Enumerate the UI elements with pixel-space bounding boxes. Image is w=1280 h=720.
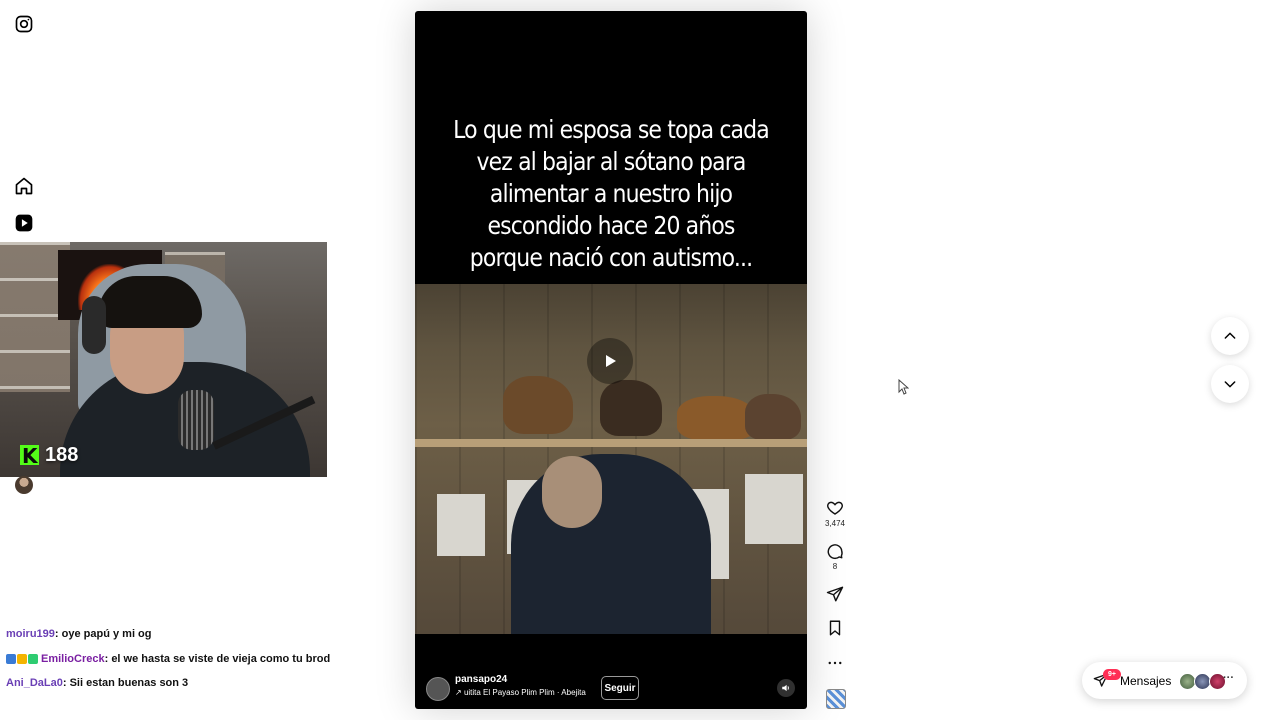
follow-button[interactable]: Seguir bbox=[601, 676, 639, 700]
more-contacts-icon: ··· bbox=[1223, 672, 1234, 684]
kick-logo-icon bbox=[20, 444, 39, 468]
chat-message: Ani_DaLa0: Sii estan buenas son 3 bbox=[6, 677, 188, 689]
mute-button[interactable] bbox=[777, 679, 795, 697]
instagram-icon[interactable] bbox=[14, 14, 34, 34]
more-icon bbox=[828, 661, 842, 665]
like-count: 3,474 bbox=[824, 519, 846, 528]
chat-username: EmilioCreck bbox=[41, 653, 105, 665]
author-avatar[interactable] bbox=[426, 677, 450, 701]
speaker-icon bbox=[782, 684, 789, 692]
chat-message: moiru199: oye papú y mi og bbox=[6, 628, 152, 640]
chat-text: : Sii estan buenas son 3 bbox=[62, 677, 189, 689]
chat-badges-icon bbox=[6, 654, 38, 664]
next-reel-button[interactable] bbox=[1211, 365, 1249, 403]
profile-avatar[interactable] bbox=[15, 476, 33, 494]
more-options[interactable] bbox=[825, 654, 845, 672]
chevron-up-icon bbox=[1224, 332, 1236, 339]
play-button[interactable] bbox=[587, 338, 633, 384]
reels-icon[interactable] bbox=[14, 213, 34, 233]
chat-username: moiru199 bbox=[6, 628, 55, 640]
comment-action[interactable]: 8 bbox=[825, 542, 845, 571]
author-name[interactable]: pansapo24 bbox=[455, 674, 507, 685]
chat-text: : el we hasta se viste de vieja como tu … bbox=[104, 653, 331, 665]
home-icon[interactable] bbox=[14, 176, 34, 196]
share-action[interactable] bbox=[825, 585, 845, 603]
streamer-webcam: 188 bbox=[0, 242, 327, 477]
chat-username: Ani_DaLa0 bbox=[6, 677, 63, 689]
mouse-cursor-icon bbox=[898, 378, 910, 400]
audio-thumbnail[interactable] bbox=[826, 689, 846, 709]
previous-reel-button[interactable] bbox=[1211, 317, 1249, 355]
audio-track[interactable]: ↗ uitita El Payaso Plim Plim · Abejita bbox=[455, 688, 587, 697]
heart-icon bbox=[827, 501, 843, 515]
save-action[interactable] bbox=[825, 619, 845, 637]
viewer-count: 188 bbox=[45, 443, 79, 466]
audio-arrow-icon: ↗ bbox=[455, 688, 464, 697]
like-action[interactable]: 3,474 bbox=[825, 499, 845, 528]
messages-button[interactable]: 9+ Mensajes ··· bbox=[1082, 662, 1247, 699]
reel-video[interactable]: Lo que mi esposa se topa cada vez al baj… bbox=[415, 11, 807, 709]
comment-count: 8 bbox=[832, 562, 838, 571]
chat-text: : oye papú y mi og bbox=[54, 628, 152, 640]
reel-footer: pansapo24 ↗ uitita El Payaso Plim Plim ·… bbox=[415, 667, 807, 707]
messages-label: Mensajes bbox=[1120, 674, 1172, 688]
audio-track-label: uitita El Payaso Plim Plim · Abejita bbox=[463, 688, 586, 697]
viewer-count-badge: 188 bbox=[20, 443, 79, 468]
chat-message: EmilioCreck: el we hasta se viste de vie… bbox=[6, 653, 330, 665]
comment-icon bbox=[827, 544, 843, 560]
bookmark-icon bbox=[829, 620, 841, 636]
reel-caption: Lo que mi esposa se topa cada vez al baj… bbox=[453, 115, 770, 272]
chevron-down-icon bbox=[1224, 381, 1236, 388]
reel-video-frame bbox=[415, 284, 807, 634]
unread-badge: 9+ bbox=[1103, 669, 1121, 680]
share-icon bbox=[826, 586, 844, 602]
